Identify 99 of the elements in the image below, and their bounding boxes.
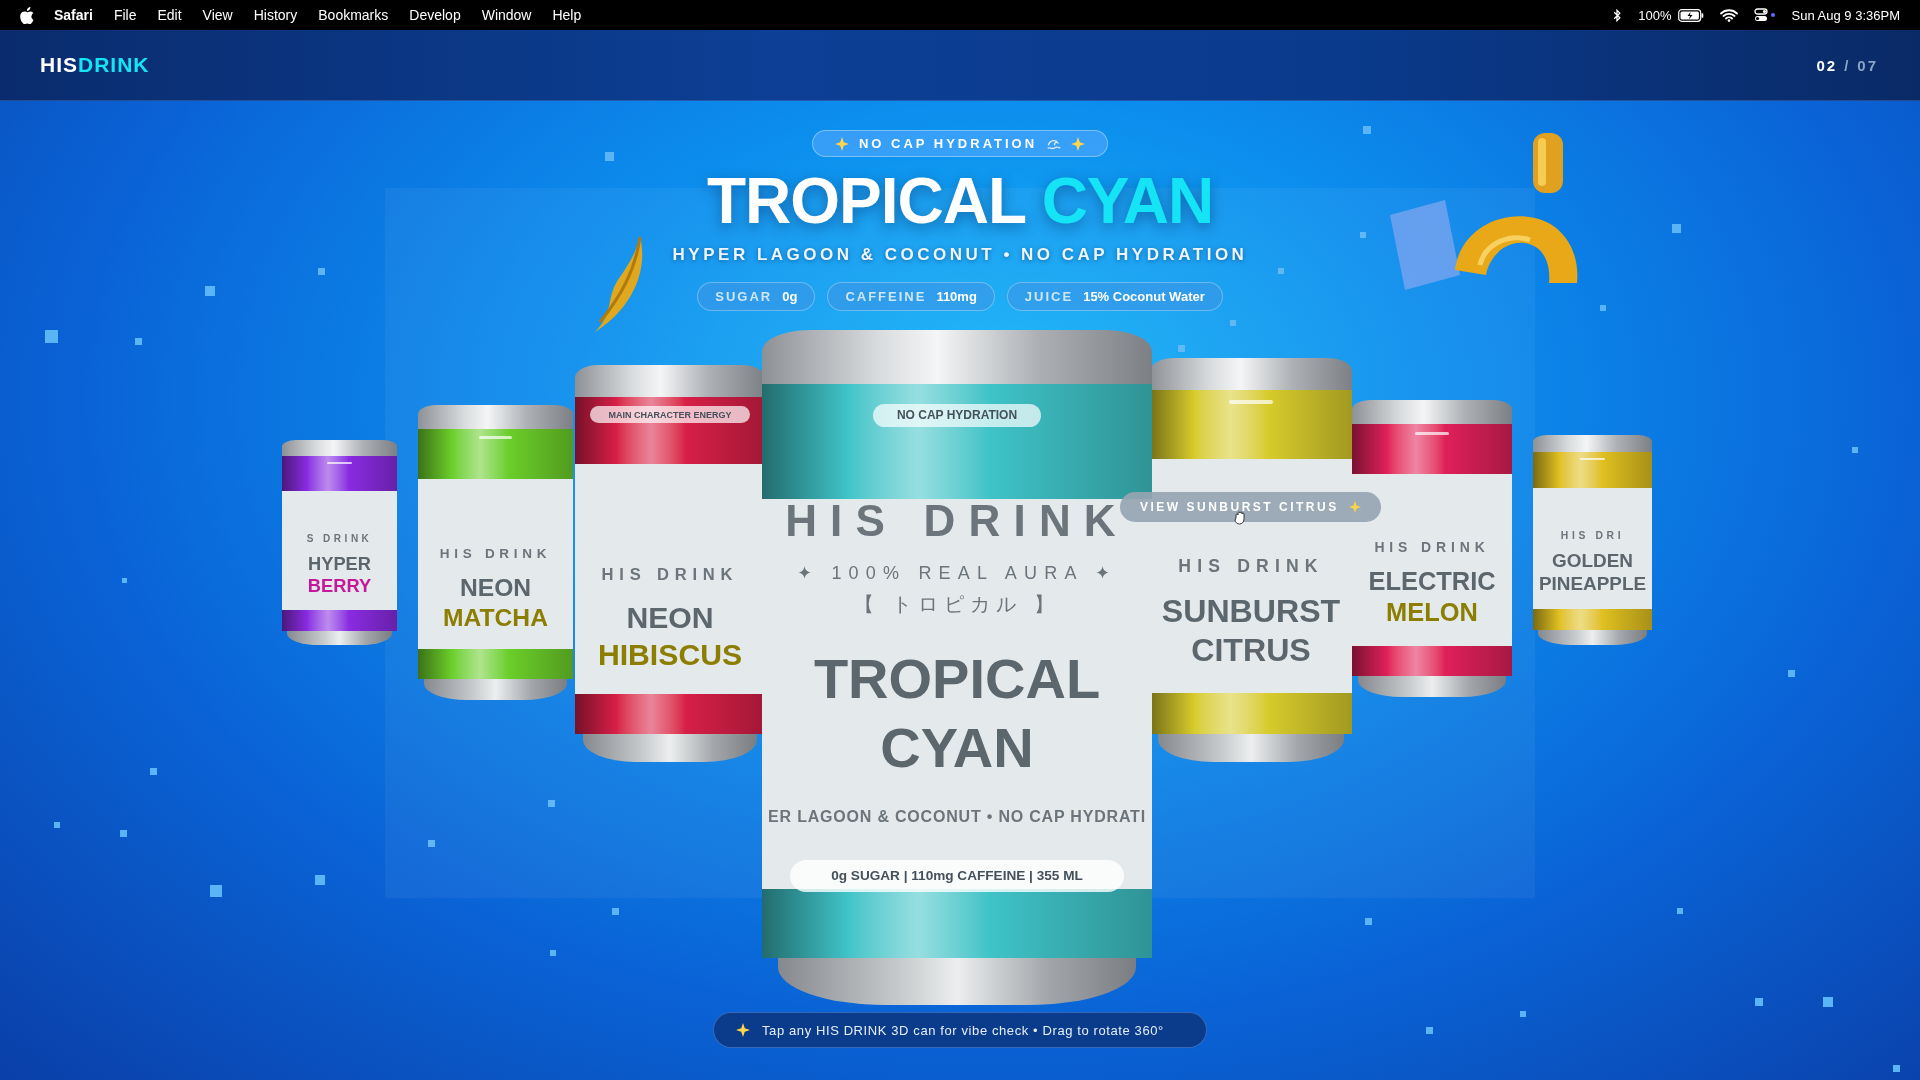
can-body[interactable]: HIS DRINK ELECTRIC MELON: [1352, 423, 1512, 677]
particle-square: [548, 800, 555, 807]
particle-square: [605, 152, 614, 161]
particle-square: [612, 908, 619, 915]
stat-chip: SUGAR 0g: [697, 282, 816, 311]
battery-percentage: 100%: [1638, 7, 1672, 23]
particle-square: [1677, 908, 1683, 914]
particle-square: [428, 840, 435, 847]
badge-text: NO CAP HYDRATION: [858, 136, 1038, 151]
particle-square: [1360, 232, 1366, 238]
can-flavor-name: TROPICAL: [813, 648, 1101, 710]
can-flavor-name: ELECTRIC: [1368, 567, 1496, 596]
particle-square: [1278, 268, 1284, 274]
particle-square: [1520, 1011, 1526, 1017]
particle-square: [1672, 224, 1681, 233]
menu-item[interactable]: File: [113, 7, 137, 23]
slide-counter-current: 02: [1816, 56, 1838, 74]
can-pill-label: MAIN CHARACTER ENERGY: [590, 406, 750, 424]
particle-square: [150, 768, 157, 775]
can-brand-text: HIS DRINK: [1178, 556, 1324, 578]
can-body[interactable]: HIS DRI GOLDEN PINEAPPLE: [1533, 451, 1652, 631]
battery-icon[interactable]: [1677, 8, 1704, 22]
can-tagline: ✦ 100% REAL AURA ✦: [797, 562, 1117, 585]
menu-item[interactable]: Edit: [157, 7, 182, 23]
sparkle-icon: [1348, 501, 1361, 513]
particle-square: [550, 950, 556, 956]
can-flavor-description: ER LAGOON & COCONUT • NO CAP HYDRATI: [768, 807, 1146, 826]
menu-item[interactable]: Develop: [409, 7, 461, 23]
menu-item[interactable]: View: [202, 7, 233, 23]
can-pill-label: NO CAP HYDRATION: [872, 403, 1042, 428]
can-pill-shape: [478, 436, 513, 440]
can-flavor-name: GOLDEN: [1552, 550, 1633, 572]
can-flavor-name: NEON: [459, 573, 532, 601]
particle-square: [1365, 918, 1372, 925]
hint-text: Tap any HIS DRINK 3D can for vibe check • Drag to rotate 360°: [762, 1022, 1164, 1038]
can-pill-shape: [327, 462, 352, 465]
can-brand-text: HIS DRI: [1560, 530, 1625, 542]
particle-square: [1230, 320, 1236, 326]
can-flavor-name: HYPER: [308, 553, 371, 574]
particle-square: [1178, 345, 1185, 352]
particle-square: [318, 268, 325, 275]
particle-square: [1823, 997, 1833, 1007]
sparkle-icon: [736, 1023, 750, 1037]
stat-chip: JUICE 15% Coconut Water: [1006, 282, 1223, 311]
wifi-icon[interactable]: [1719, 8, 1738, 22]
particle-square: [210, 885, 222, 897]
can-brand-text: HIS DRINK: [439, 545, 552, 561]
particle-square: [315, 875, 325, 885]
brand-logo[interactable]: HISDRINK: [40, 53, 150, 77]
can-body[interactable]: HIS DRINK NEON MATCHA: [418, 428, 573, 680]
particle-square: [54, 822, 60, 828]
can-flavor-name: SUNBURST: [1161, 593, 1341, 630]
sparkle-icon: [834, 136, 849, 151]
can-brand-text: S DRINK: [306, 533, 373, 545]
can-flavor-name: HIBISCUS: [597, 637, 743, 671]
particle-square: [1426, 1027, 1433, 1034]
control-center-icon[interactable]: [1753, 8, 1776, 22]
particle-square: [1363, 126, 1371, 134]
can-pill-shape: [1229, 400, 1273, 405]
can-flavor-name: MELON: [1386, 598, 1478, 627]
menu-bar-clock: Sun Aug 9 3:36PM: [1791, 7, 1900, 23]
product-subtitle: HYPER LAGOON & COCONUT • NO CAP HYDRATION: [672, 245, 1248, 265]
can-flavor-name: CYAN: [880, 716, 1034, 779]
menu-item[interactable]: Window: [481, 7, 532, 23]
can-pill-shape: [1579, 457, 1606, 460]
hand-cursor-icon: [1232, 510, 1248, 526]
can-brand-text: HIS DRINK: [601, 565, 739, 586]
stat-chip: CAFFEINE 110mg: [827, 282, 995, 311]
sparkle-icon: [1071, 136, 1086, 151]
product-title: TROPICAL CYAN: [706, 169, 1214, 233]
can-body[interactable]: MAIN CHARACTER ENERGY HIS DRINK NEON HIBISCUS: [575, 396, 765, 735]
can-flavor-name: PINEAPPLE: [1538, 573, 1647, 595]
particle-square: [1852, 447, 1858, 453]
particle-square: [120, 830, 127, 837]
can-brand-text: HIS DRINK: [1374, 538, 1490, 555]
can-flavor-name: CITRUS: [1191, 633, 1311, 669]
slide-counter-total: 07: [1857, 56, 1878, 74]
menu-item[interactable]: History: [253, 7, 298, 23]
menu-item[interactable]: Help: [552, 7, 582, 23]
can-nutrition-pill: 0g SUGAR | 110mg CAFFEINE | 355 ML: [790, 860, 1124, 892]
app-menu[interactable]: Safari: [54, 7, 93, 23]
apple-logo-icon[interactable]: [20, 6, 34, 24]
can-flavor-name: MATCHA: [443, 603, 548, 631]
particle-square: [45, 330, 58, 343]
particle-square: [135, 338, 142, 345]
menu-item[interactable]: Bookmarks: [318, 7, 389, 23]
can-pill-shape: [1414, 431, 1450, 435]
particle-square: [1755, 998, 1763, 1006]
slide-counter-separator: /: [1844, 56, 1851, 74]
can-flavor-name: NEON: [626, 601, 714, 635]
can-flavor-name: BERRY: [307, 575, 372, 596]
particle-square: [1600, 305, 1606, 311]
can-japanese-name: 【 トロピカル 】: [854, 592, 1060, 618]
floating-capsule-shape: [1530, 130, 1566, 196]
can-body[interactable]: S DRINK HYPER BERRY: [282, 456, 397, 631]
particle-square: [1788, 670, 1795, 677]
bluetooth-icon[interactable]: [1612, 7, 1623, 23]
particle-square: [1893, 1065, 1900, 1072]
particle-square: [205, 286, 215, 296]
